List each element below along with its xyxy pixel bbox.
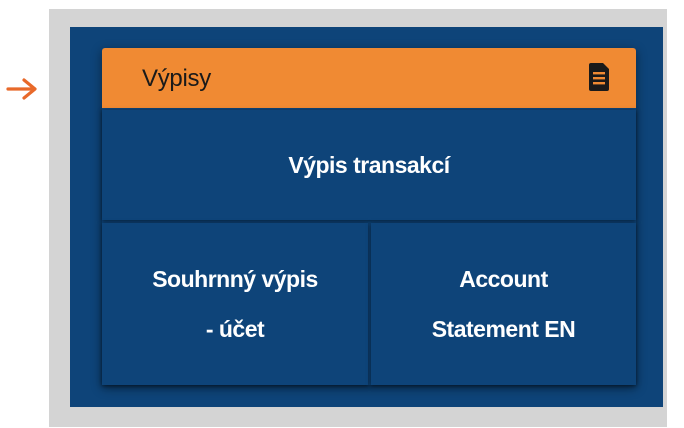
arrow-right-icon (6, 78, 37, 100)
widget-title: Výpisy (142, 65, 211, 92)
account-statement-label-line2: Statement EN (431, 316, 576, 342)
account-statement-label-line1: Account (459, 266, 548, 292)
widget-header: Výpisy (102, 48, 636, 108)
account-statement-en-tile[interactable]: Account Statement EN (371, 223, 636, 385)
transaction-statement-tile[interactable]: Výpis transakcí (102, 110, 636, 220)
statements-widget: Výpisy Výpis transakcí Souhrnný výpis - … (102, 48, 636, 385)
transaction-statement-label: Výpis transakcí (288, 151, 450, 178)
summary-statement-label-line1: Souhrnný výpis (152, 266, 318, 292)
summary-statement-label-line2: - účet (205, 316, 265, 342)
document-icon[interactable] (588, 62, 610, 92)
summary-statement-tile[interactable]: Souhrnný výpis - účet (102, 223, 368, 385)
